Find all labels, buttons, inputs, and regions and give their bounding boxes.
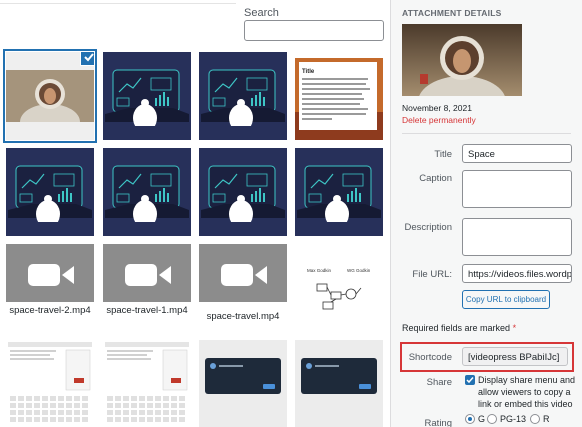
description-label: Description (404, 222, 452, 233)
required-star: * (512, 323, 517, 333)
media-tile-illustration[interactable] (103, 148, 191, 236)
video-filename: space-travel-1.mp4 (103, 302, 191, 332)
media-tile-video[interactable]: space-travel-1.mp4 (103, 244, 191, 332)
media-tile-video[interactable]: space-travel.mp4 (199, 244, 287, 332)
illustration-thumbnail (295, 148, 383, 236)
media-tile-illustration[interactable] (199, 52, 287, 140)
illustration-thumbnail (199, 52, 287, 140)
search-input[interactable] (244, 20, 384, 41)
upload-date: November 8, 2021 (402, 103, 472, 113)
media-tile-illustration[interactable] (295, 148, 383, 236)
copy-url-button[interactable]: Copy URL to clipboard (462, 290, 550, 309)
media-tile-illustration[interactable] (103, 52, 191, 140)
app-screenshot-thumbnail (6, 340, 94, 427)
shortcode-label: Shortcode (408, 352, 452, 363)
attachment-details-panel: ATTACHMENT DETAILS November 8, 2021 Dele… (390, 0, 582, 427)
media-tile-dialog[interactable] (295, 340, 383, 427)
file-url-input[interactable]: https://videos.files.wordpr (462, 264, 572, 283)
rating-option-pg13: PG-13 (500, 414, 527, 424)
document-thumbnail: Title (295, 52, 383, 140)
caption-label: Caption (419, 173, 452, 184)
media-tile-astronaut[interactable] (6, 52, 94, 140)
diagram-thumbnail: Max Godkin WG Godkin (295, 244, 383, 332)
shortcode-input[interactable]: [videopress BPabiIJc] (462, 347, 568, 366)
illustration-thumbnail (199, 148, 287, 236)
media-library-grid: Search Title space-travel-2.mp4 space-tr… (0, 0, 390, 427)
share-label: Share (426, 377, 452, 388)
illustration-thumbnail (103, 148, 191, 236)
illustration-thumbnail (6, 148, 94, 236)
media-tile-illustration[interactable] (6, 148, 94, 236)
astronaut-preview-image (402, 24, 522, 96)
attachment-preview (402, 24, 522, 96)
file-url-label: File URL: (412, 269, 452, 280)
share-description: Display share menu and allow viewers to … (478, 375, 576, 409)
rating-option-r: R (543, 414, 550, 424)
details-divider (402, 133, 571, 134)
media-tile-illustration[interactable] (199, 148, 287, 236)
title-input[interactable]: Space (462, 144, 572, 163)
video-filename: space-travel-2.mp4 (6, 302, 94, 332)
video-filename: space-travel.mp4 (199, 302, 287, 332)
media-tile-diagram[interactable]: Max Godkin WG Godkin (295, 244, 383, 332)
required-fields-text: Required fields are marked (402, 323, 511, 333)
caption-textarea[interactable] (462, 170, 572, 208)
delete-permanently-link[interactable]: Delete permanently (402, 115, 476, 125)
rating-option-g: G (478, 414, 486, 424)
illustration-thumbnail (103, 52, 191, 140)
diagram-label: Max Godkin (307, 268, 332, 273)
description-textarea[interactable] (462, 218, 572, 256)
rating-label: Rating (424, 418, 452, 427)
search-label: Search (244, 7, 279, 19)
dialog-screenshot-thumbnail (295, 340, 383, 427)
rating-radio-r[interactable] (530, 414, 540, 424)
media-tile-screenshot[interactable] (103, 340, 191, 427)
share-checkbox[interactable] (465, 375, 475, 385)
media-tile-screenshot[interactable] (6, 340, 94, 427)
media-tile-document[interactable]: Title (295, 52, 383, 140)
media-tile-dialog[interactable] (199, 340, 287, 427)
media-tile-video[interactable]: space-travel-2.mp4 (6, 244, 94, 332)
attachment-details-heading: ATTACHMENT DETAILS (402, 8, 502, 18)
title-label: Title (434, 149, 452, 160)
toolbar-divider (0, 0, 236, 4)
diagram-label: WG Godkin (347, 268, 371, 273)
selected-check-icon[interactable] (80, 52, 94, 66)
required-fields-note: Required fields are marked * (402, 323, 516, 333)
app-screenshot-thumbnail (103, 340, 191, 427)
dialog-screenshot-thumbnail (199, 340, 287, 427)
document-title: Title (302, 69, 315, 75)
rating-radio-g[interactable] (465, 414, 475, 424)
rating-radio-pg13[interactable] (487, 414, 497, 424)
